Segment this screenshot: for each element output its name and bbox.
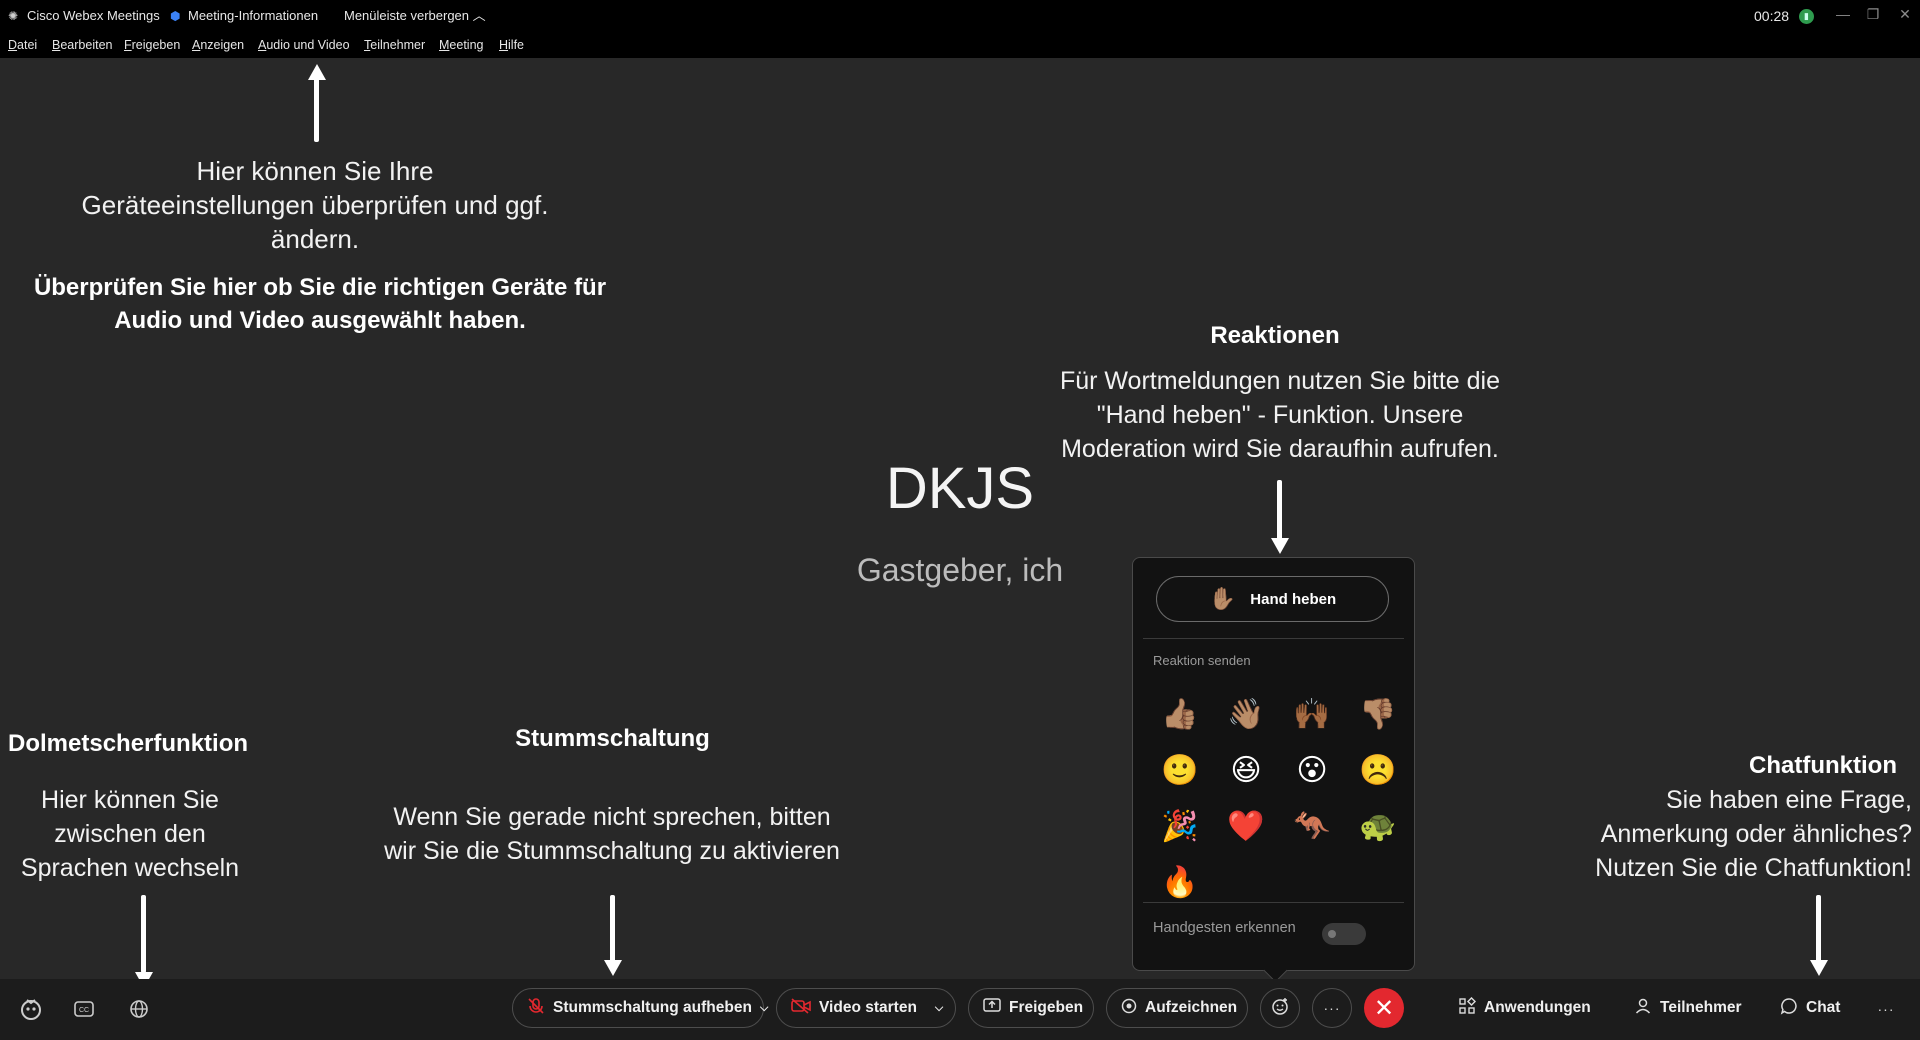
record-button[interactable]: Aufzeichnen (1106, 988, 1248, 1028)
gesture-label: Handgesten erkennen (1153, 920, 1296, 936)
start-video-label: Video starten (819, 999, 917, 1016)
chat-bubble-icon (1780, 997, 1798, 1020)
menu-meeting[interactable]: Meeting (439, 32, 483, 58)
meeting-info-link[interactable]: Meeting-Informationen (188, 0, 318, 32)
smiley-plus-icon (1270, 996, 1290, 1021)
restore-icon[interactable]: ❐ (1860, 0, 1886, 32)
celebrate-hands-icon[interactable]: 🙌🏾 (1279, 686, 1345, 742)
webex-assistant-icon[interactable] (13, 991, 49, 1027)
smile-icon[interactable]: 🙂 (1147, 742, 1213, 798)
arrow-shaft (314, 76, 319, 142)
video-off-icon (791, 997, 811, 1019)
captions-icon[interactable]: CC (66, 991, 102, 1027)
interpreter-title: Dolmetscherfunktion (8, 730, 249, 757)
apps-label: Anwendungen (1484, 999, 1591, 1016)
menu-freigeben[interactable]: Freigeben (124, 32, 180, 58)
close-icon: ✕ (1373, 994, 1395, 1022)
divider (1143, 638, 1404, 639)
share-icon (983, 997, 1001, 1019)
chat-button[interactable]: Chat (1780, 988, 1840, 1028)
speed-up-icon[interactable]: 🦘 (1279, 798, 1345, 854)
leave-meeting-button[interactable]: ✕ (1364, 988, 1404, 1028)
share-button[interactable]: Freigeben (968, 988, 1094, 1028)
title-bar: ✺ Cisco Webex Meetings ⬢ Meeting-Informa… (0, 0, 1920, 32)
mute-text: Wenn Sie gerade nicht sprechen, bitten w… (384, 803, 840, 865)
heart-icon[interactable]: ❤️ (1213, 798, 1279, 854)
mic-muted-icon (527, 997, 545, 1020)
menu-audio-video[interactable]: Audio und Video (258, 32, 350, 58)
slow-down-icon[interactable]: 🐢 (1345, 798, 1411, 854)
svg-text:CC: CC (79, 1007, 89, 1014)
menu-hilfe[interactable]: Hilfe (499, 32, 524, 58)
arrow-shaft (141, 895, 146, 973)
party-popper-icon[interactable]: 🎉 (1147, 798, 1213, 854)
more-options-button[interactable]: ··· (1312, 988, 1352, 1028)
signal-strength-icon[interactable]: ▮ (1799, 9, 1814, 24)
reactions-button[interactable] (1260, 988, 1300, 1028)
close-window-icon[interactable]: ✕ (1892, 0, 1918, 32)
start-video-button[interactable]: Video starten ⌵ (776, 988, 956, 1028)
chevron-down-icon[interactable]: ⌵ (935, 1002, 943, 1015)
participants-label: Teilnehmer (1660, 999, 1742, 1016)
mute-title: Stummschaltung (515, 725, 710, 752)
arrow-down-icon (1271, 538, 1289, 554)
chat-title: Chatfunktion (1749, 752, 1897, 779)
menu-bearbeiten[interactable]: Bearbeiten (52, 32, 112, 58)
raise-hand-button[interactable]: ✋🏽 Hand heben (1156, 576, 1389, 622)
chat-label: Chat (1806, 999, 1841, 1016)
share-label: Freigeben (1009, 999, 1084, 1016)
reactions-text: Für Wortmeldungen nutzen Sie bitte die "… (1059, 367, 1501, 463)
thumbs-down-icon[interactable]: 👎🏽 (1345, 686, 1411, 742)
chevron-down-icon[interactable]: ⌵ (760, 1002, 768, 1015)
arrow-shaft (610, 895, 615, 965)
device-bold-text: Überprüfen Sie hier ob Sie die richtigen… (33, 274, 607, 334)
participant-role: Gastgeber, ich (856, 552, 1064, 588)
unmute-label: Stummschaltung aufheben (553, 999, 752, 1016)
thumbs-up-icon[interactable]: 👍🏽 (1147, 686, 1213, 742)
chat-text: Sie haben eine Frage, Anmerkung oder ähn… (1595, 786, 1912, 882)
apps-button[interactable]: Anwendungen (1458, 988, 1591, 1028)
record-icon (1121, 998, 1137, 1019)
sad-icon[interactable]: ☹️ (1345, 742, 1411, 798)
overflow-menu-icon[interactable]: ··· (1868, 991, 1904, 1027)
arrow-shaft (1816, 895, 1821, 965)
arrow-down-icon (604, 960, 622, 976)
interpreter-text: Hier können Sie zwischen den Sprachen we… (20, 786, 240, 882)
divider (1143, 902, 1404, 903)
person-icon (1634, 997, 1652, 1020)
globe-icon[interactable] (121, 991, 157, 1027)
shield-icon: ⬢ (170, 9, 181, 23)
arrow-down-icon (1810, 960, 1828, 976)
menu-anzeigen[interactable]: Anzeigen (192, 32, 244, 58)
send-reaction-label: Reaktion senden (1153, 653, 1251, 668)
unmute-button[interactable]: Stummschaltung aufheben ⌵ (512, 988, 768, 1028)
app-title: Cisco Webex Meetings (27, 8, 160, 23)
chevron-up-icon: ︿ (472, 8, 486, 23)
record-label: Aufzeichnen (1145, 999, 1238, 1016)
minimize-icon[interactable]: — (1830, 0, 1856, 32)
arrow-shaft (1277, 480, 1282, 540)
meeting-controls-bar: CC Stummschaltung aufheben ⌵ Video start… (0, 979, 1920, 1040)
raise-hand-label: Hand heben (1250, 590, 1337, 608)
reactions-panel: ✋🏽 Hand heben Reaktion senden 👍🏽 👋🏽 🙌🏾 👎… (1132, 557, 1415, 971)
menu-datei[interactable]: Datei (8, 32, 37, 58)
menu-teilnehmer[interactable]: Teilnehmer (364, 32, 425, 58)
raised-hand-icon: ✋🏽 (1208, 586, 1237, 611)
menu-bar: Datei Bearbeiten Freigeben Anzeigen Audi… (0, 32, 1920, 58)
clap-icon[interactable]: 👋🏽 (1213, 686, 1279, 742)
device-hint-text: Hier können Sie Ihre Geräteeinstellungen… (81, 156, 549, 254)
gesture-toggle[interactable] (1322, 923, 1366, 945)
reactions-title: Reaktionen (1210, 322, 1340, 349)
surprised-icon[interactable]: 😮 (1279, 742, 1345, 798)
participant-name: DKJS (885, 456, 1035, 521)
more-icon: ··· (1323, 1000, 1341, 1016)
participants-button[interactable]: Teilnehmer (1634, 988, 1742, 1028)
apps-grid-icon (1458, 996, 1477, 1020)
hide-menu-label: Menüleiste verbergen (344, 8, 470, 23)
hide-menu-toggle[interactable]: Menüleiste verbergen ︿ (344, 0, 486, 32)
webex-logo-icon: ✺ (8, 9, 19, 23)
emoji-grid: 👍🏽 👋🏽 🙌🏾 👎🏽 🙂 😆 😮 ☹️ 🎉 ❤️ 🦘 🐢 🔥 (1147, 686, 1407, 910)
laugh-icon[interactable]: 😆 (1213, 742, 1279, 798)
meeting-timer: 00:28 (1754, 8, 1790, 24)
